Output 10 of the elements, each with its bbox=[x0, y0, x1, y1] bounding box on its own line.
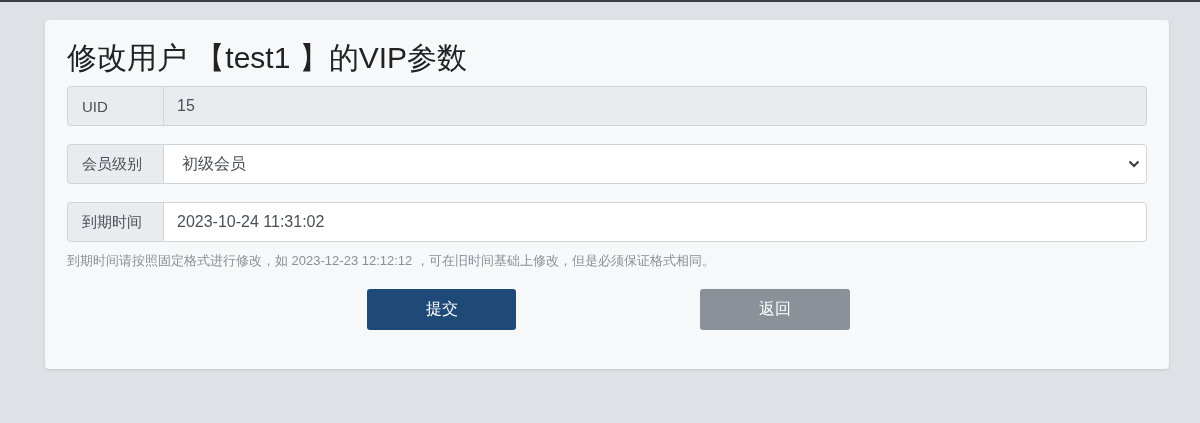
hint-text: 到期时间请按照固定格式进行修改，如 2023-12-23 12:12:12 ，可在旧时间基础上修改，但是必须保证格式相同。 bbox=[67, 252, 716, 270]
uid-field[interactable]: 15 bbox=[163, 86, 1147, 126]
field-label: UID bbox=[67, 86, 163, 126]
field-label: 会员级别 bbox=[67, 144, 163, 184]
field-label: 到期时间 bbox=[67, 202, 163, 242]
page-title: 修改用户 【test1 】的VIP参数 bbox=[67, 40, 469, 76]
expiry-input-field[interactable]: 2023-10-24 11:31:02 bbox=[163, 202, 1147, 242]
chevron-down-icon bbox=[1128, 160, 1140, 168]
submit-button[interactable]: 提交 bbox=[367, 289, 516, 330]
level-select[interactable]: 初级会员 bbox=[163, 144, 1147, 184]
